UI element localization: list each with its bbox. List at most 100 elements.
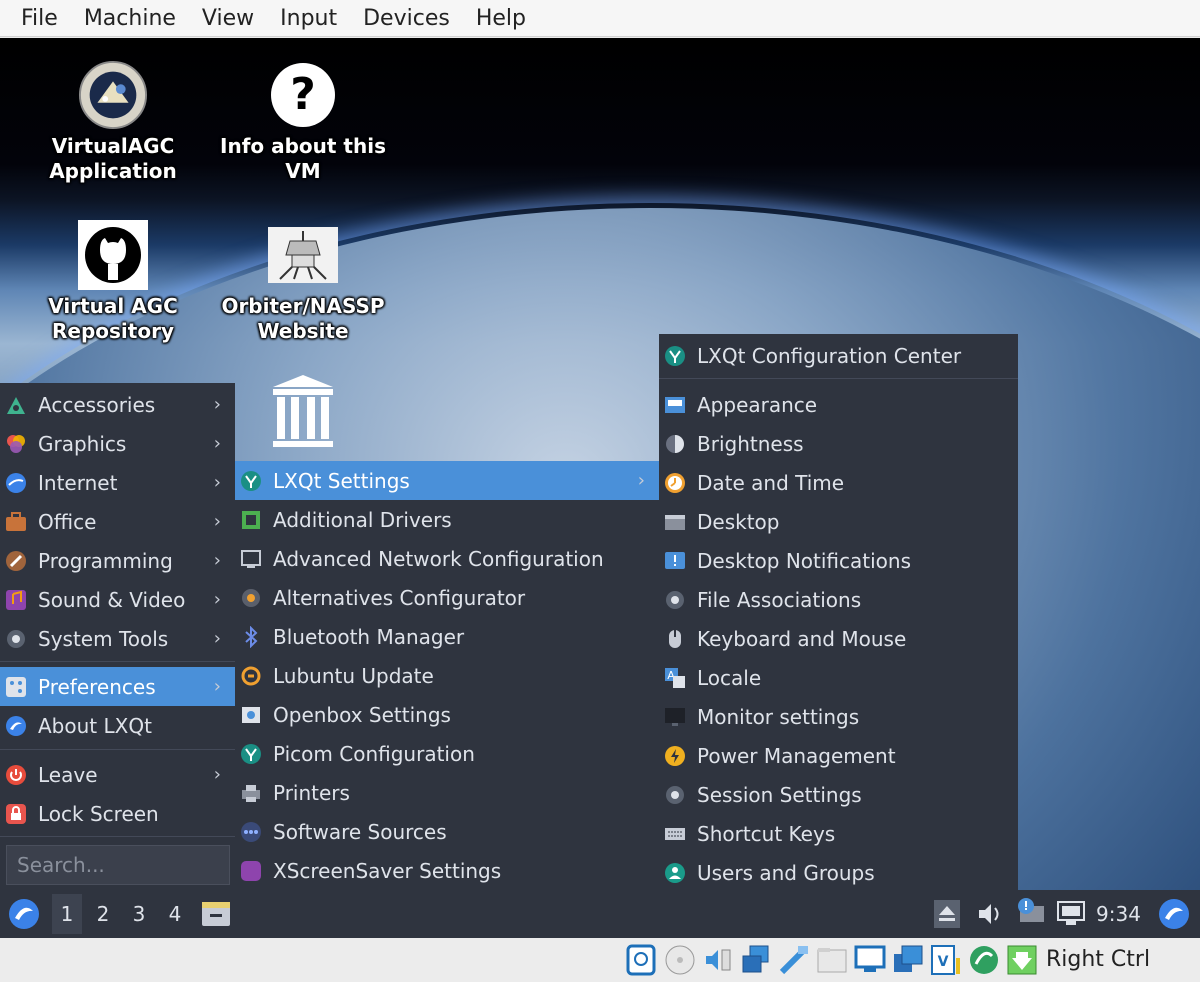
locale-icon: A — [663, 666, 687, 690]
taskbar-panel: 1 2 3 4 9:34 — [0, 890, 1200, 938]
menu-item-session-settings[interactable]: Session Settings — [659, 775, 1018, 814]
menu-item-accessories[interactable]: Accessories › — [0, 385, 235, 424]
icon-label: Virtual AGC — [48, 294, 178, 318]
menu-item-desktop[interactable]: Desktop — [659, 502, 1018, 541]
menu-separator — [0, 836, 235, 837]
desktop-icon-github[interactable]: Virtual AGC Repository — [23, 220, 203, 344]
menu-separator — [0, 661, 235, 662]
menu-file[interactable]: File — [8, 0, 71, 37]
menu-input[interactable]: Input — [267, 0, 350, 37]
hard-disk-icon[interactable] — [626, 944, 658, 976]
apollo-nasa-icon — [78, 60, 148, 130]
shared-folders-icon[interactable] — [816, 944, 848, 976]
search-input[interactable]: Search... — [6, 845, 230, 885]
menu-item-lock-screen[interactable]: Lock Screen — [0, 794, 235, 833]
host-key-label: Right Ctrl — [1046, 947, 1151, 972]
menu-item-programming[interactable]: Programming › — [0, 541, 235, 580]
menu-item-office[interactable]: Office › — [0, 502, 235, 541]
guest-additions-icon[interactable] — [968, 944, 1000, 976]
users-icon — [663, 861, 687, 885]
update-icon — [239, 664, 263, 688]
screensaver-icon — [239, 859, 263, 883]
menu-item-system-tools[interactable]: System Tools › — [0, 619, 235, 658]
download-arrow-icon[interactable] — [1006, 944, 1038, 976]
cpu-vt-icon[interactable]: V — [930, 944, 962, 976]
menu-help[interactable]: Help — [463, 0, 539, 37]
lubuntu-start-icon[interactable] — [8, 898, 40, 930]
menu-item-monitor-settings[interactable]: Monitor settings — [659, 697, 1018, 736]
menu-item-lubuntu-update[interactable]: Lubuntu Update — [235, 656, 659, 695]
volume-icon[interactable] — [976, 900, 1004, 928]
show-desktop-icon[interactable] — [200, 898, 232, 930]
desktop-icon-info[interactable]: ? Info about this VM — [213, 60, 393, 184]
network-adapter-icon[interactable] — [740, 944, 772, 976]
menu-item-alternatives-configurator[interactable]: Alternatives Configurator — [235, 578, 659, 617]
desktop-icon-virtualagc[interactable]: VirtualAGC Application — [23, 60, 203, 184]
menu-item-xscreensaver-settings[interactable]: XScreenSaver Settings — [235, 851, 659, 890]
workspace-1[interactable]: 1 — [52, 894, 82, 934]
menu-view[interactable]: View — [189, 0, 267, 37]
power-icon — [4, 763, 28, 787]
menu-item-users-and-groups[interactable]: Users and Groups — [659, 853, 1018, 892]
menu-item-printers[interactable]: Printers — [235, 773, 659, 812]
gear-icon — [663, 588, 687, 612]
github-icon — [78, 220, 148, 290]
network-icon[interactable] — [1056, 900, 1086, 928]
menu-devices[interactable]: Devices — [350, 0, 463, 37]
menu-item-graphics[interactable]: Graphics › — [0, 424, 235, 463]
lunar-module-icon — [268, 220, 338, 290]
recording-icon[interactable] — [892, 944, 924, 976]
workspace-4[interactable]: 4 — [160, 894, 190, 934]
lxqt-icon — [4, 714, 28, 738]
system-tools-icon — [4, 627, 28, 651]
menu-item-shortcut-keys[interactable]: Shortcut Keys — [659, 814, 1018, 853]
eject-icon[interactable] — [934, 900, 960, 928]
desktop-icon-archive[interactable] — [213, 375, 393, 450]
menu-machine[interactable]: Machine — [71, 0, 189, 37]
menu-item-leave[interactable]: Leave › — [0, 755, 235, 794]
menu-item-file-associations[interactable]: File Associations — [659, 580, 1018, 619]
icon-label: VM — [285, 159, 321, 183]
menu-item-software-sources[interactable]: Software Sources — [235, 812, 659, 851]
programming-icon — [4, 549, 28, 573]
menu-separator — [659, 378, 1018, 379]
audio-icon[interactable] — [702, 944, 734, 976]
question-mark-icon: ? — [268, 60, 338, 130]
menu-item-bluetooth-manager[interactable]: Bluetooth Manager — [235, 617, 659, 656]
menu-item-internet[interactable]: Internet › — [0, 463, 235, 502]
menu-item-desktop-notifications[interactable]: Desktop Notifications — [659, 541, 1018, 580]
chevron-right-icon: › — [637, 470, 645, 491]
clock[interactable]: 9:34 — [1096, 894, 1141, 934]
menu-item-appearance[interactable]: Appearance — [659, 385, 1018, 424]
host-menubar: File Machine View Input Devices Help — [0, 0, 1200, 37]
lubuntu-logo-icon — [1158, 898, 1190, 930]
menu-item-lxqt-settings[interactable]: LXQt Settings › — [235, 461, 659, 500]
menu-item-openbox-settings[interactable]: Openbox Settings — [235, 695, 659, 734]
accessories-icon — [4, 393, 28, 417]
menu-item-picom-configuration[interactable]: Picom Configuration — [235, 734, 659, 773]
menu-item-additional-drivers[interactable]: Additional Drivers — [235, 500, 659, 539]
icon-label: Repository — [52, 319, 174, 343]
menu-item-sound-video[interactable]: Sound & Video › — [0, 580, 235, 619]
menu-item-lxqt-configuration-center[interactable]: LXQt Configuration Center — [659, 336, 1018, 375]
menu-separator — [0, 749, 235, 750]
desktop-icon-orbiter[interactable]: Orbiter/NASSP Website — [213, 220, 393, 344]
menu-item-power-management[interactable]: Power Management — [659, 736, 1018, 775]
vm-screen: VirtualAGC Application ? Info about this… — [0, 38, 1200, 938]
menu-item-date-and-time[interactable]: Date and Time — [659, 463, 1018, 502]
menu-item-about-lxqt[interactable]: About LXQt — [0, 706, 235, 745]
display-icon[interactable] — [854, 944, 886, 976]
menu-item-advanced-network[interactable]: Advanced Network Configuration — [235, 539, 659, 578]
menu-item-keyboard-and-mouse[interactable]: Keyboard and Mouse — [659, 619, 1018, 658]
workspace-2[interactable]: 2 — [88, 894, 118, 934]
menu-item-preferences[interactable]: Preferences › — [0, 667, 235, 706]
notification-icon[interactable] — [1014, 898, 1046, 928]
optical-drive-icon[interactable] — [664, 944, 696, 976]
preferences-icon — [4, 675, 28, 699]
brightness-icon — [663, 432, 687, 456]
printer-icon — [239, 781, 263, 805]
menu-item-brightness[interactable]: Brightness — [659, 424, 1018, 463]
usb-icon[interactable] — [778, 944, 810, 976]
workspace-3[interactable]: 3 — [124, 894, 154, 934]
menu-item-locale[interactable]: A Locale — [659, 658, 1018, 697]
